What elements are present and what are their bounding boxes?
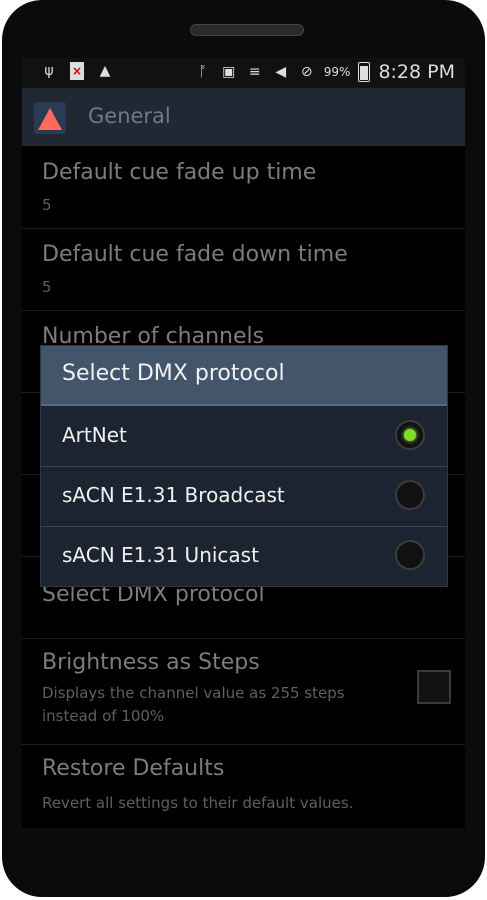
- pref-restore-defaults[interactable]: Restore Defaults Revert all settings to …: [22, 744, 465, 828]
- pref-summary: 5: [42, 278, 52, 296]
- option-label: sACN E1.31 Broadcast: [62, 483, 285, 507]
- pref-summary: Displays the channel value as 255 steps …: [42, 684, 345, 725]
- pref-fade-down[interactable]: Default cue fade down time 5: [22, 228, 465, 311]
- option-label: ArtNet: [62, 423, 127, 447]
- earpiece-speaker: [190, 24, 304, 36]
- radio-unselected-icon[interactable]: [395, 540, 425, 570]
- brightness-steps-checkbox[interactable]: [417, 670, 451, 704]
- pref-brightness-as-steps[interactable]: Brightness as Steps Displays the channel…: [22, 638, 465, 745]
- pref-title: Default cue fade up time: [42, 160, 317, 185]
- radio-unselected-icon[interactable]: [395, 480, 425, 510]
- bluetooth-icon: ᚩ: [198, 64, 207, 80]
- pref-title: Default cue fade down time: [42, 242, 348, 267]
- pref-fade-up[interactable]: Default cue fade up time 5: [22, 146, 465, 229]
- battery-percent: 99%: [323, 65, 351, 79]
- sd-warning-icon: ×: [70, 62, 84, 80]
- app-icon[interactable]: [34, 102, 66, 134]
- pref-summary: 5: [42, 196, 52, 214]
- pref-summary: Revert all settings to their default val…: [42, 794, 354, 812]
- action-bar-title: General: [88, 104, 171, 128]
- warning-icon: ▲: [99, 63, 111, 79]
- battery-icon: [358, 62, 371, 82]
- option-sacn-unicast[interactable]: sACN E1.31 Unicast: [41, 526, 447, 586]
- dmx-protocol-dialog: Select DMX protocol ArtNet sACN E1.31 Br…: [40, 345, 448, 587]
- action-bar: General: [22, 88, 465, 146]
- pref-title: Restore Defaults: [42, 756, 225, 781]
- option-label: sACN E1.31 Unicast: [62, 543, 259, 567]
- vibrate-icon: ≡: [248, 64, 261, 80]
- dialog-title-bar: Select DMX protocol: [41, 346, 447, 406]
- no-signal-icon: ⊘: [300, 64, 313, 80]
- clock: 8:28 PM: [378, 61, 455, 83]
- option-sacn-broadcast[interactable]: sACN E1.31 Broadcast: [41, 466, 447, 527]
- option-artnet[interactable]: ArtNet: [41, 406, 447, 467]
- pref-title: Brightness as Steps: [42, 650, 260, 675]
- status-bar: ψ × ▲ ᚩ ▣ ≡ ◀ ⊘ 99% 8:28 PM: [22, 58, 465, 88]
- dialog-title: Select DMX protocol: [62, 361, 285, 386]
- wifi-icon: ◀: [275, 64, 287, 80]
- radio-selected-icon[interactable]: [395, 420, 425, 450]
- nfc-icon: ▣: [222, 64, 236, 80]
- usb-icon: ψ: [44, 63, 54, 79]
